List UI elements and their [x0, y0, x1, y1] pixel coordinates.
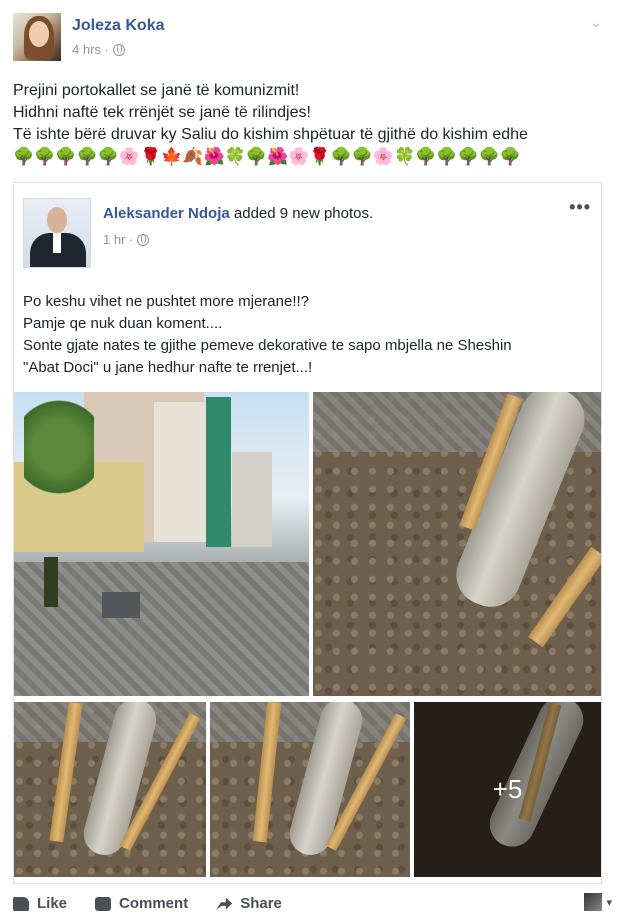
emoji-row: 🌳🌳🌳🌳🌳🌸🌹🍁🍂🌺🍀🌳🌺🌸🌹🌳🌳🌸🍀🌳🌳🌳🌳🌳: [13, 147, 522, 166]
post-meta: 4 hrs ·: [72, 42, 125, 57]
thumbs-up-icon: [13, 896, 29, 911]
shared-text: Po keshu vihet ne pushtet more mjerane!!…: [23, 291, 598, 379]
globe-icon: [112, 43, 125, 56]
post-line: Prejini portokallet se janë të komunizmi…: [13, 82, 300, 99]
comment-label: Comment: [119, 895, 189, 912]
shared-author-name[interactable]: Aleksander Ndoja: [103, 205, 230, 222]
more-options-icon[interactable]: •••: [569, 197, 591, 218]
post-line: Të ishte bërë druvar ky Saliu do kishim …: [13, 126, 528, 143]
photo-trunk-3[interactable]: +5: [414, 702, 601, 877]
shared-author-line: Aleksander Ndoja added 9 new photos.: [103, 205, 373, 222]
share-arrow-icon: [216, 897, 233, 910]
like-label: Like: [37, 895, 68, 912]
viewer-avatar: [584, 893, 603, 911]
comment-icon: [95, 896, 112, 911]
building: [232, 452, 272, 547]
shared-line: Sonte gjate nates te gjithe pemeve dekor…: [23, 337, 512, 354]
photo-trunk-1[interactable]: [14, 702, 206, 877]
shared-action: added 9 new photos.: [229, 205, 374, 222]
post-text: Prejini portokallet se janë të komunizmi…: [13, 80, 603, 146]
avatar-face: [29, 21, 49, 47]
caret-down-icon: ▾: [606, 896, 612, 909]
tree: [24, 392, 94, 502]
globe-icon: [137, 233, 150, 246]
pavement: [210, 702, 410, 742]
shared-line: "Abat Doci" u jane hedhur nafte te rrenj…: [23, 359, 313, 376]
wheelbarrow: [102, 592, 140, 618]
share-label: Share: [240, 895, 282, 912]
post-time[interactable]: 4 hrs ·: [72, 42, 109, 57]
shared-time[interactable]: 1 hr ·: [103, 232, 133, 247]
shared-post: Aleksander Ndoja added 9 new photos. 1 h…: [13, 182, 602, 884]
chevron-down-icon[interactable]: ⌄: [590, 14, 602, 31]
shared-meta: 1 hr ·: [103, 232, 150, 247]
shared-line: Po keshu vihet ne pushtet more mjerane!!…: [23, 293, 309, 310]
post-line: Hidhni naftë tek rrënjët se janë të rili…: [13, 104, 311, 121]
reaction-selector[interactable]: ▾: [584, 893, 612, 911]
building: [206, 397, 231, 547]
more-photos-overlay[interactable]: +5: [414, 702, 601, 877]
comment-button[interactable]: Comment: [95, 895, 188, 912]
author-avatar[interactable]: [13, 13, 61, 61]
shared-line: Pamje qe nuk duan koment....: [23, 315, 223, 332]
photo-trunk-2[interactable]: [210, 702, 410, 877]
action-bar: Like Comment Share: [13, 895, 603, 912]
post-author-name[interactable]: Joleza Koka: [72, 17, 164, 35]
building: [154, 402, 209, 542]
avatar-shirt: [53, 233, 61, 253]
photo-trunk-closeup[interactable]: [313, 392, 601, 696]
photo-street[interactable]: [14, 392, 309, 696]
avatar-head: [47, 207, 67, 233]
like-button[interactable]: Like: [13, 895, 67, 912]
shared-author-avatar[interactable]: [23, 198, 91, 268]
worker: [44, 557, 58, 607]
pavement: [14, 562, 309, 696]
share-button[interactable]: Share: [216, 895, 282, 912]
